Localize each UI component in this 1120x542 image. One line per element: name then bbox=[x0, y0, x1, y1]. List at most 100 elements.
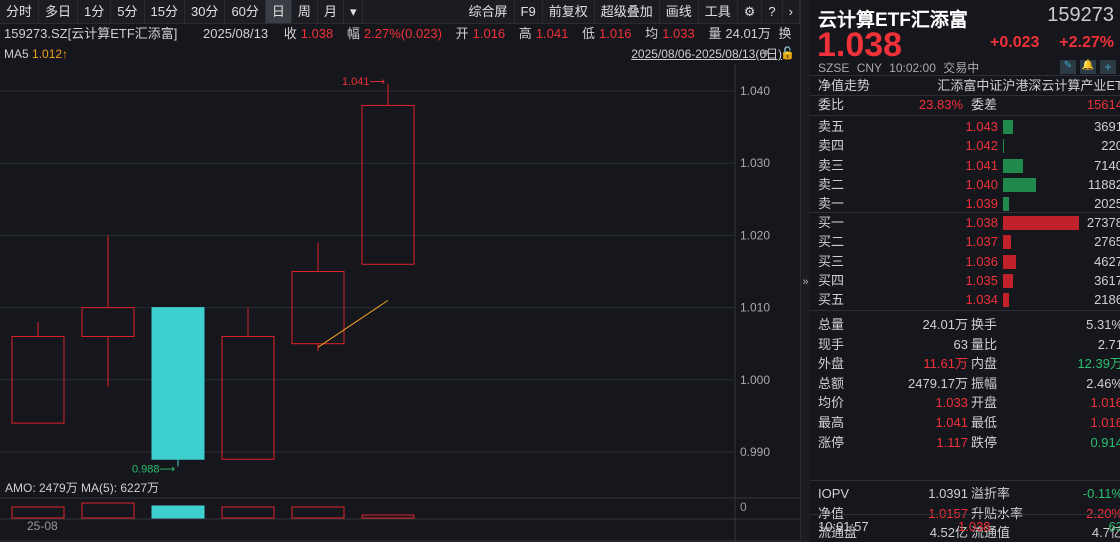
level-volume-bar bbox=[1003, 158, 1023, 173]
period-tab-2[interactable]: 1分 bbox=[78, 0, 112, 23]
collapse-panel-button[interactable]: » bbox=[800, 0, 810, 542]
alert-bell-icon[interactable]: 🔔 bbox=[1080, 60, 1096, 74]
candle-body bbox=[361, 104, 415, 265]
stat-value: 1.033 bbox=[935, 395, 968, 411]
quote-time: 10:02:00 bbox=[889, 61, 936, 75]
stat-value: 2479.17万 bbox=[908, 375, 968, 391]
currency: CNY bbox=[856, 61, 882, 75]
volume-bar bbox=[11, 506, 65, 519]
tick-time: 10:01:57 bbox=[818, 519, 869, 534]
x-axis-label: 25-08 bbox=[27, 519, 58, 533]
stat-value: 2.46% bbox=[1086, 375, 1120, 391]
vol-value: 24.01万 bbox=[725, 26, 771, 41]
volume-bar bbox=[361, 514, 415, 519]
tool-button-5[interactable]: 工具 bbox=[699, 0, 738, 23]
stat-value: 24.01万 bbox=[922, 317, 968, 332]
stat-value: 2.71 bbox=[1097, 336, 1120, 352]
exchange: SZSE bbox=[818, 61, 850, 75]
stat-row: 均价 1.033 开盘 1.016 bbox=[818, 393, 1120, 412]
bid-row[interactable]: 买一 1.038 27378 bbox=[818, 213, 1120, 232]
high-annotation: 1.041⟶ bbox=[342, 76, 386, 88]
period-tab-0[interactable]: 分时 bbox=[0, 0, 40, 23]
period-tab-1[interactable]: 多日 bbox=[39, 0, 79, 23]
kline-chart[interactable]: 1.040 1.030 1.020 1.010 1.000 0.990 1.041⟶ 0.98… bbox=[0, 64, 800, 542]
settings-gear-icon[interactable]: ⚙ bbox=[738, 0, 763, 23]
ratio-label: 委比 bbox=[818, 97, 845, 112]
tool-button-3[interactable]: 超级叠加 bbox=[595, 0, 660, 23]
level-volume-bar bbox=[1003, 139, 1004, 154]
candle-body bbox=[81, 307, 135, 337]
level-label: 卖五 bbox=[818, 119, 845, 134]
period-tab-3[interactable]: 5分 bbox=[111, 0, 145, 23]
nav-row[interactable]: 净值走势 汇添富中证沪港深云计算产业ET bbox=[818, 76, 1120, 95]
y-tick-label: 1.020 bbox=[740, 228, 770, 242]
ask-row[interactable]: 卖二 1.040 11882 bbox=[818, 175, 1120, 194]
level-label: 买五 bbox=[818, 292, 845, 308]
range-dropdown-icon[interactable]: ▼ bbox=[760, 46, 772, 60]
level-price: 1.043 bbox=[965, 119, 998, 134]
tool-button-2[interactable]: 前复权 bbox=[543, 0, 595, 23]
stat-value: 5.31% bbox=[1086, 317, 1120, 332]
amp-label: 幅 bbox=[346, 26, 360, 41]
stat-value: 11.61万 bbox=[923, 356, 968, 372]
period-tab-4[interactable]: 15分 bbox=[145, 0, 185, 23]
tool-button-0[interactable]: 综合屏 bbox=[463, 0, 515, 23]
info-bar: 159273.SZ[云计算ETF汇添富] 2025/08/13 收 1.038 幅… bbox=[4, 24, 796, 44]
level-price: 1.040 bbox=[965, 176, 998, 192]
level-volume-bar bbox=[1003, 177, 1036, 192]
candle-body bbox=[151, 307, 205, 460]
period-tab-10[interactable]: ▾ bbox=[344, 0, 364, 23]
lock-icon[interactable]: 🔓 bbox=[780, 46, 795, 60]
y-tick-label: 0.990 bbox=[740, 445, 770, 459]
period-tab-5[interactable]: 30分 bbox=[185, 0, 226, 23]
level-volume: 2025 bbox=[1094, 196, 1120, 212]
avg-value: 1.033 bbox=[662, 26, 695, 41]
price-change-pct: +2.27% bbox=[1059, 34, 1114, 51]
stat-row: 外盘 11.61万 内盘 12.39万 bbox=[818, 354, 1120, 373]
period-tab-7[interactable]: 日 bbox=[265, 0, 292, 23]
full-name: 汇添富中证沪港深云计算产业ET bbox=[937, 78, 1120, 93]
ratio-value: 23.83% bbox=[918, 97, 963, 112]
period-tab-6[interactable]: 60分 bbox=[225, 0, 266, 23]
nav-trend-link[interactable]: 净值走势 bbox=[818, 78, 870, 93]
ask-row[interactable]: 卖四 1.042 220 bbox=[818, 136, 1120, 155]
level-price: 1.037 bbox=[965, 234, 998, 250]
level-volume: 7140 bbox=[1094, 157, 1120, 173]
level-label: 买一 bbox=[818, 215, 845, 230]
bid-row[interactable]: 买五 1.034 2186 bbox=[818, 290, 1120, 309]
bid-row[interactable]: 买三 1.036 4627 bbox=[818, 252, 1120, 271]
stat-value: 1.041 bbox=[935, 415, 968, 430]
ma5-legend: MA5 1.012↑ bbox=[4, 44, 68, 64]
tick-row: 10:01:57 1.038 63 bbox=[818, 517, 1120, 536]
volume-bar bbox=[151, 505, 205, 519]
level-price: 1.035 bbox=[965, 272, 998, 288]
ask-row[interactable]: 卖一 1.039 2025 bbox=[818, 194, 1120, 213]
add-icon[interactable]: + bbox=[1100, 60, 1116, 74]
stat-value: 1.117 bbox=[936, 434, 968, 450]
stat-label: 振幅 bbox=[971, 375, 998, 391]
level-volume: 2765 bbox=[1094, 234, 1120, 250]
ask-row[interactable]: 卖五 1.043 3691 bbox=[818, 117, 1120, 136]
stat-label: 现手 bbox=[818, 336, 845, 352]
bid-row[interactable]: 买四 1.035 3617 bbox=[818, 271, 1120, 290]
low-label: 低 bbox=[581, 26, 595, 41]
tool-button-4[interactable]: 画线 bbox=[660, 0, 699, 23]
stat-label: 溢折率 bbox=[971, 486, 1011, 501]
level-volume-bar bbox=[1003, 273, 1014, 288]
level-volume: 220 bbox=[1101, 138, 1120, 154]
help-icon[interactable]: ? bbox=[762, 0, 783, 23]
volume-bar bbox=[221, 506, 275, 519]
avg-label: 均 bbox=[645, 26, 659, 41]
edit-icon[interactable]: ✎ bbox=[1060, 60, 1076, 74]
bid-row[interactable]: 买二 1.037 2765 bbox=[818, 232, 1120, 251]
period-tab-9[interactable]: 月 bbox=[318, 0, 344, 23]
tool-button-1[interactable]: F9 bbox=[515, 0, 543, 23]
period-tab-8[interactable]: 周 bbox=[292, 0, 318, 23]
volume-bar bbox=[291, 506, 345, 519]
more-chevron-icon[interactable]: › bbox=[783, 0, 800, 23]
ask-row[interactable]: 卖三 1.041 7140 bbox=[818, 156, 1120, 175]
stat-value: 12.39万 bbox=[1077, 356, 1120, 372]
stat-label: IOPV bbox=[818, 486, 850, 501]
level-volume-bar bbox=[1003, 254, 1016, 269]
